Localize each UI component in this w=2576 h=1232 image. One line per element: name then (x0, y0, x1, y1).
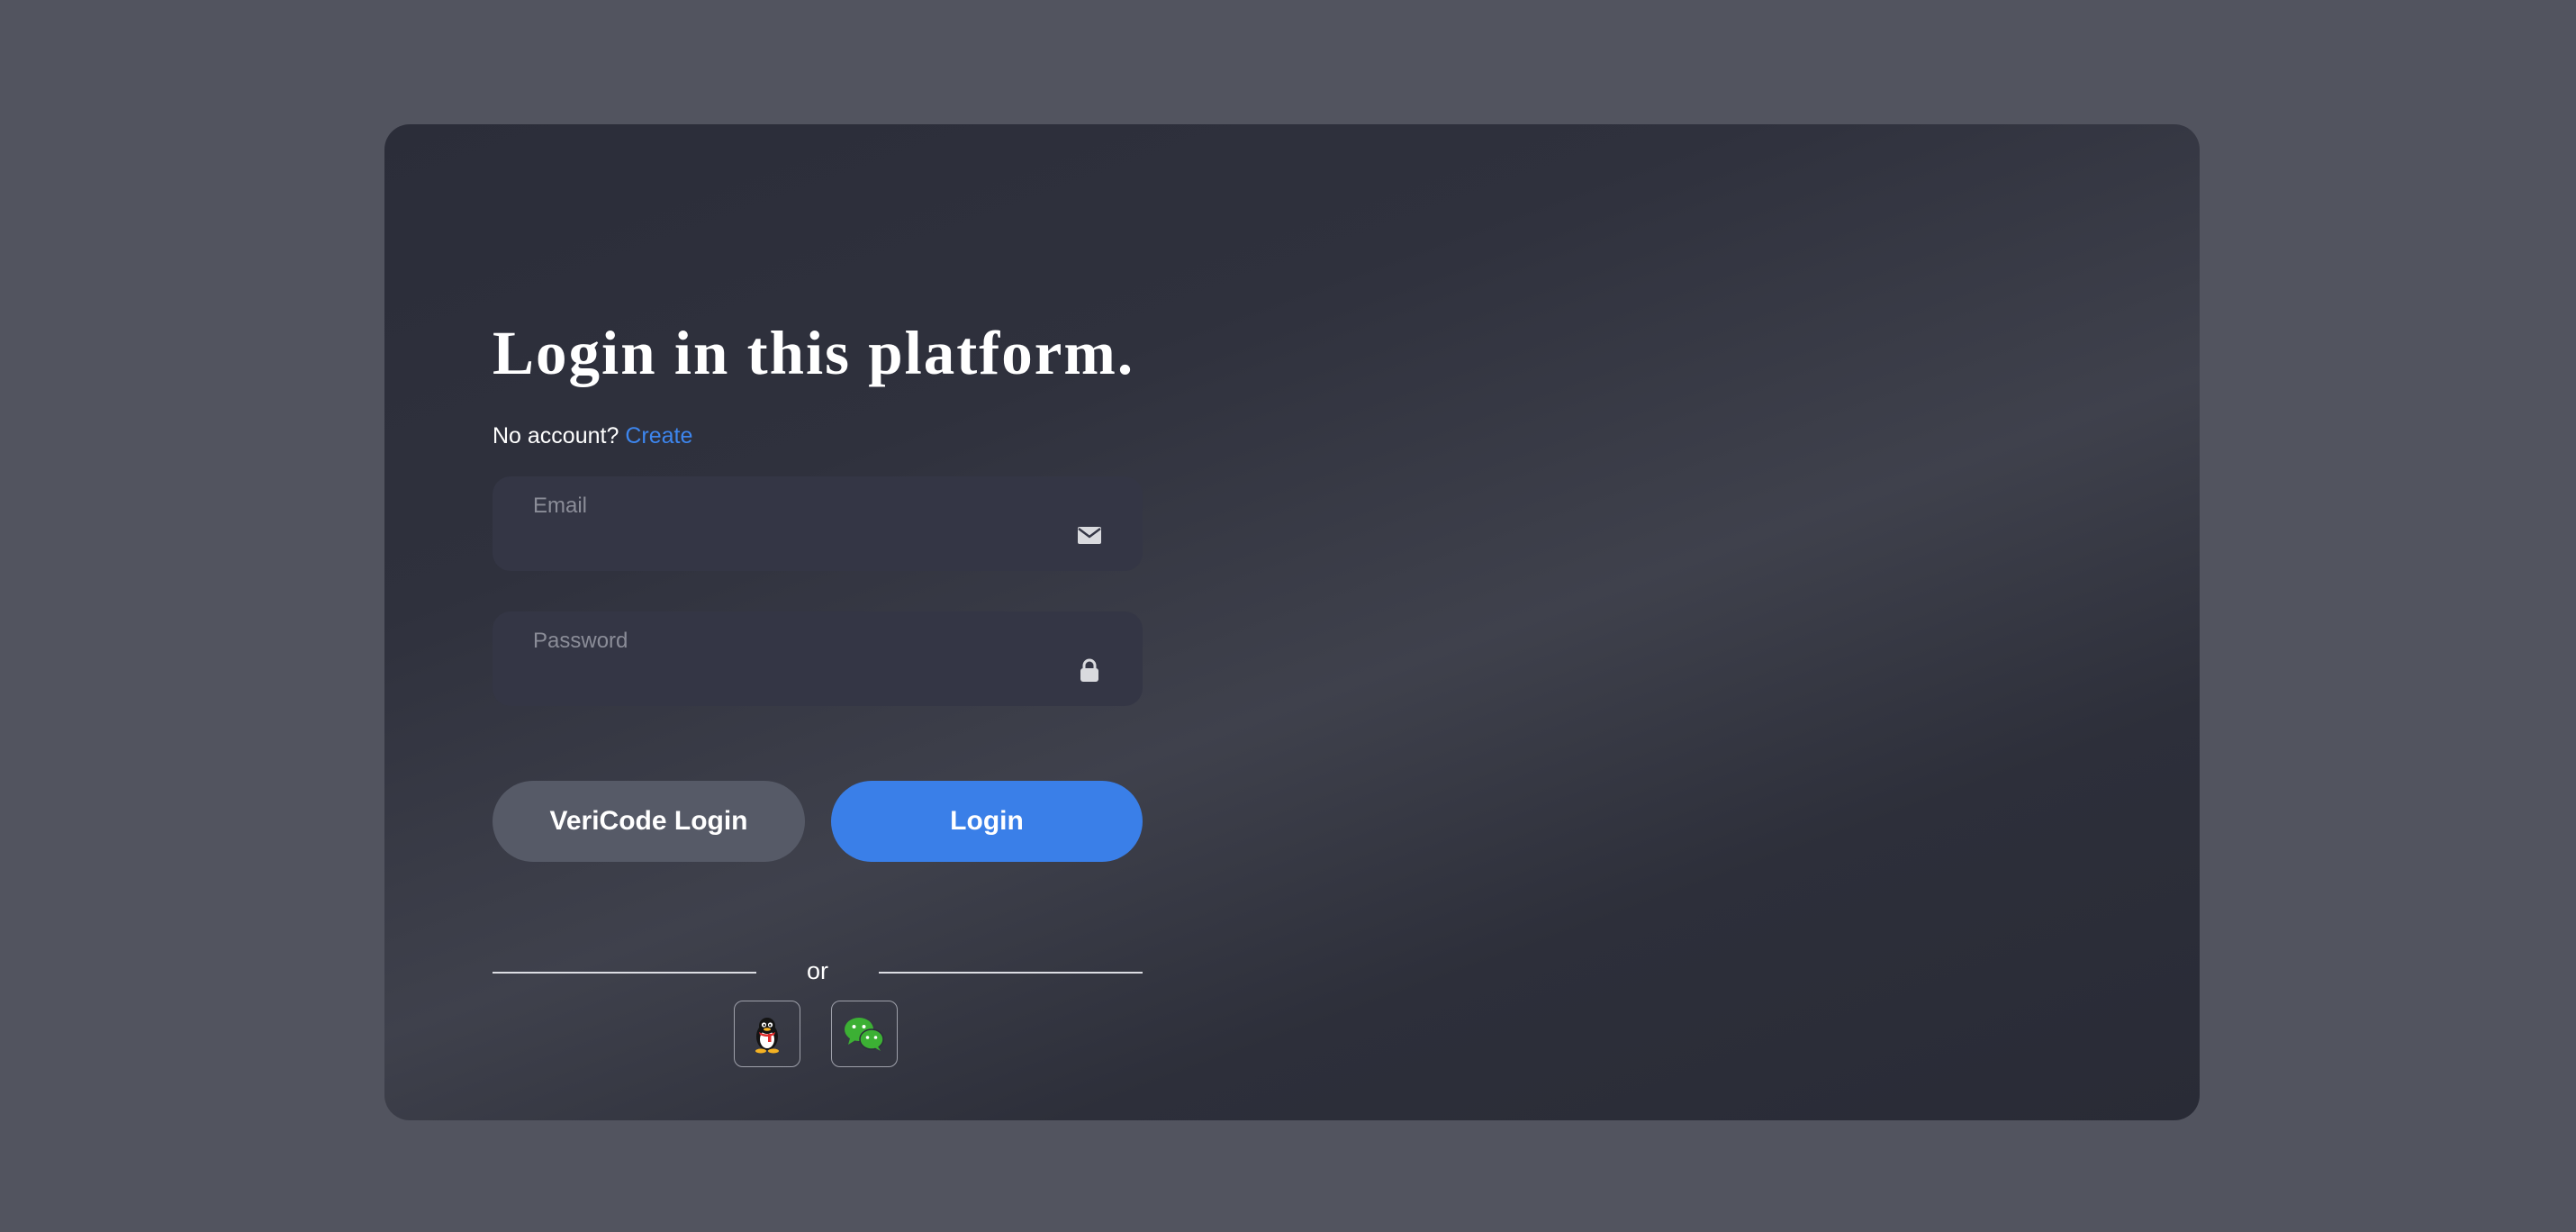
divider-or-text: or (806, 957, 828, 984)
no-account-text: No account? (493, 423, 619, 448)
login-card: Login in this platform. No account? Crea… (384, 124, 2200, 1120)
email-input[interactable] (493, 476, 1143, 571)
password-input[interactable] (493, 611, 1143, 706)
wechat-login-button[interactable] (831, 1001, 898, 1067)
lock-icon (1080, 658, 1098, 682)
qq-login-button[interactable] (734, 1001, 800, 1067)
qq-penguin-icon (755, 1018, 779, 1054)
password-field-container (493, 611, 1143, 706)
page-title: Login in this platform. (493, 319, 1135, 387)
vericode-login-button[interactable]: VeriCode Login (493, 781, 805, 862)
divider-right (879, 972, 1143, 974)
email-field-container (493, 476, 1143, 571)
divider-left (493, 972, 756, 974)
create-account-link[interactable]: Create (625, 423, 692, 448)
login-button[interactable]: Login (831, 781, 1143, 862)
wechat-icon (845, 1018, 884, 1051)
account-prompt: No account? Create (493, 423, 692, 449)
mail-icon (1078, 527, 1101, 544)
